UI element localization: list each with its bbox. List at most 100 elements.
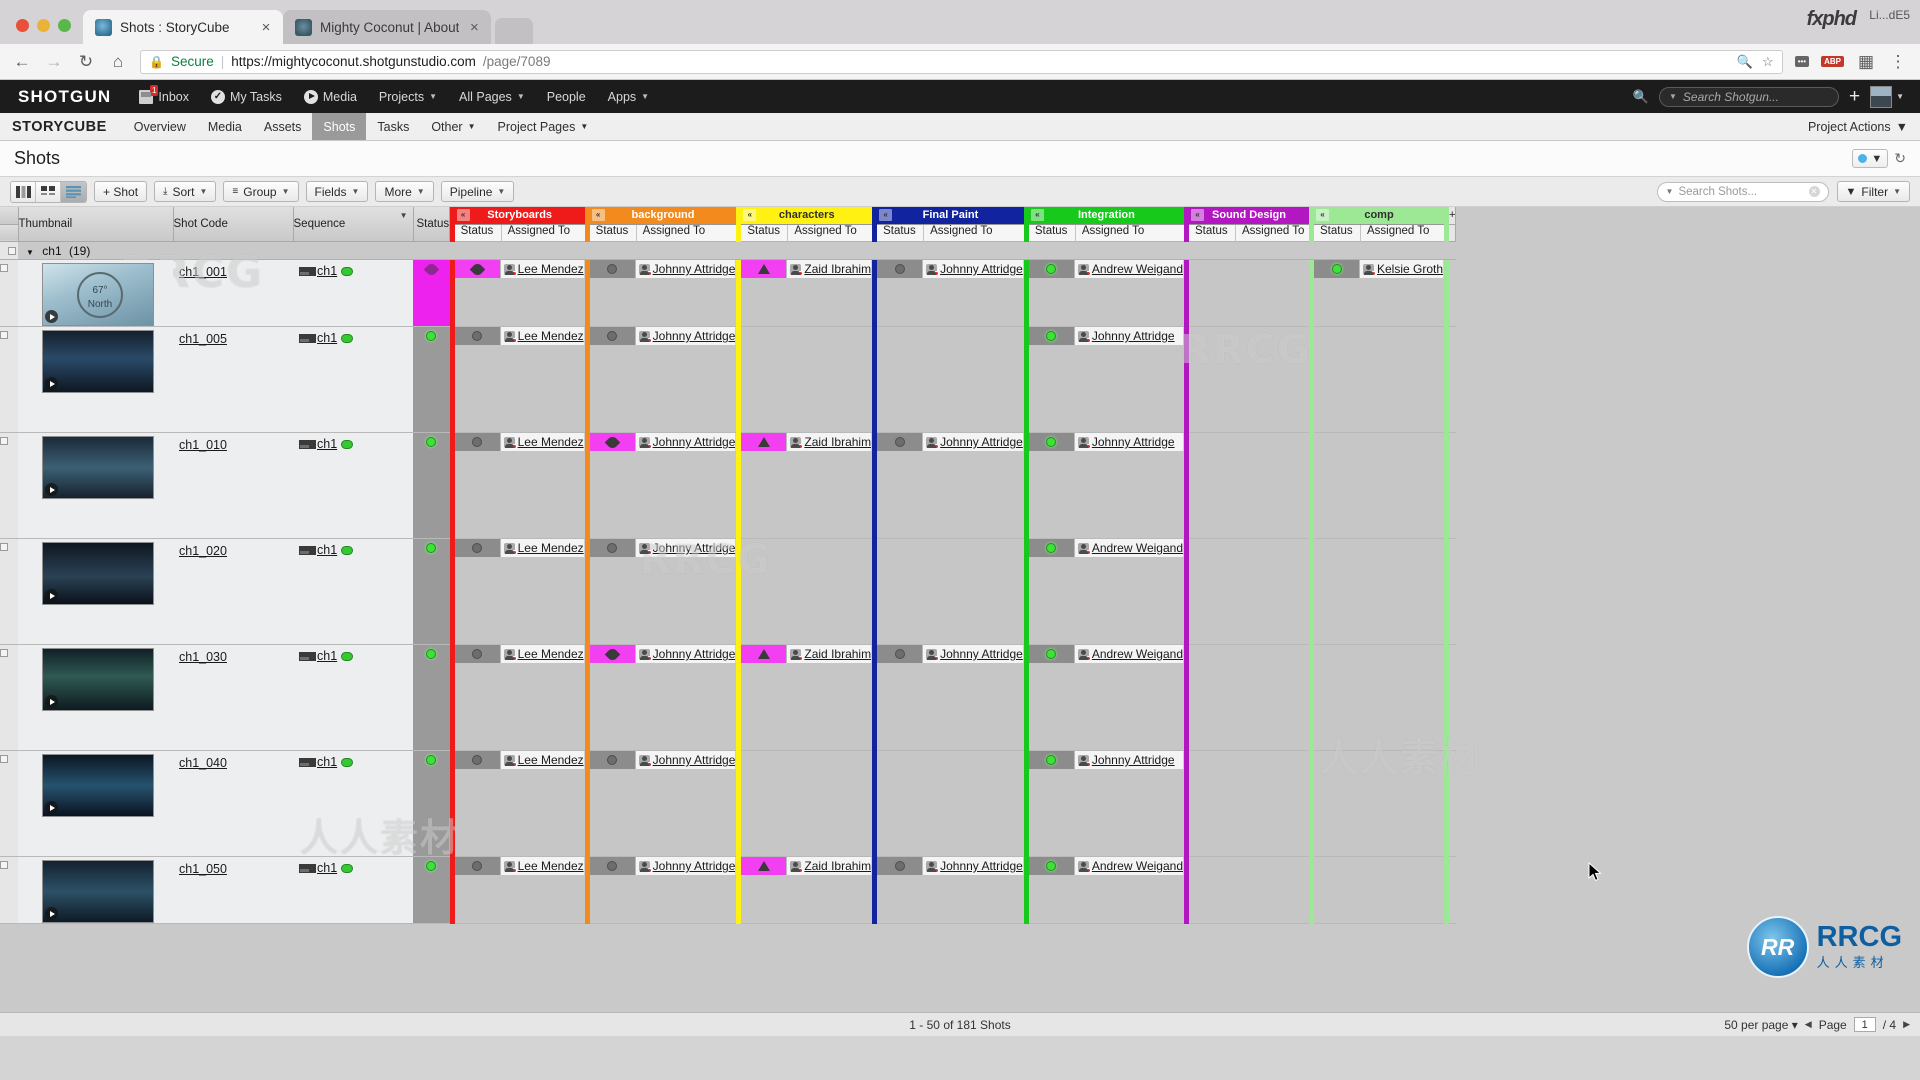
assignee-name[interactable]: Lee Mendez <box>518 647 584 661</box>
assignee-name[interactable]: Johnny Attridge <box>653 262 736 276</box>
pipeline-header-storyboards[interactable]: « Storyboards <box>454 207 585 225</box>
task-assignee[interactable]: Zaid Ibrahim <box>787 857 873 875</box>
collapse-icon[interactable]: « <box>743 209 757 221</box>
search-icon[interactable]: 🔍 <box>1633 89 1649 105</box>
select-all-cell[interactable] <box>0 207 19 225</box>
cell-sequence[interactable]: ch1 <box>293 644 413 751</box>
task-assignee[interactable]: Johnny Attridge <box>923 645 1024 663</box>
cell-task[interactable]: Johnny Attridge <box>589 750 737 857</box>
cell-task-empty[interactable] <box>1189 750 1309 857</box>
table-row[interactable]: ch1_010 ch1 Lee Mendez Johnny Attridge Zaid … <box>0 432 1456 539</box>
subcol-status[interactable]: Status <box>1028 224 1075 242</box>
cell-shot-code[interactable]: ch1_010 <box>173 432 293 539</box>
task-assignee[interactable]: Johnny Attridge <box>635 433 737 451</box>
task-pair[interactable]: Andrew Weigand <box>1028 857 1184 875</box>
cell-task[interactable]: Johnny Attridge <box>877 259 1024 327</box>
cell-sequence[interactable]: ch1 <box>293 856 413 924</box>
nav-item-media[interactable]: Media <box>294 80 367 113</box>
clear-search-icon[interactable]: ✕ <box>1808 186 1820 197</box>
group-header-cell[interactable]: ▼ ch1 (19) <box>18 241 1456 260</box>
collapse-icon[interactable]: « <box>456 209 470 221</box>
subcol-assigned-to[interactable]: Assigned To <box>923 224 1024 242</box>
shot-thumbnail[interactable] <box>42 754 154 817</box>
task-pair[interactable]: Zaid Ibrahim <box>741 857 873 875</box>
cell-task-empty[interactable] <box>741 326 873 433</box>
subcol-status[interactable]: Status <box>589 224 636 242</box>
sequence-link[interactable]: ch1 <box>317 649 337 663</box>
assignee-name[interactable]: Johnny Attridge <box>1092 435 1175 449</box>
project-tab-media[interactable]: Media <box>197 113 253 140</box>
task-status-chip[interactable] <box>454 260 501 278</box>
search-shots-input[interactable]: ▼ Search Shots... ✕ <box>1656 181 1829 202</box>
task-status-chip[interactable] <box>1028 645 1075 663</box>
cell-shot-code[interactable]: ch1_040 <box>173 750 293 857</box>
play-icon[interactable] <box>45 695 58 708</box>
page-view-toggle[interactable]: ▼ <box>1852 149 1889 168</box>
cell-task[interactable]: Lee Mendez <box>454 432 585 539</box>
task-assignee[interactable]: Lee Mendez <box>500 433 585 451</box>
task-assignee[interactable]: Johnny Attridge <box>635 539 737 557</box>
group-button[interactable]: ≡ Group ▼ <box>223 181 299 202</box>
nav-item-apps[interactable]: Apps ▼ <box>598 80 659 113</box>
assignee-name[interactable]: Zaid Ibrahim <box>804 262 871 276</box>
cell-task[interactable]: Andrew Weigand <box>1028 259 1184 327</box>
shotgun-logo[interactable]: SHOTGUN <box>10 87 127 107</box>
play-icon[interactable] <box>45 589 58 602</box>
assignee-name[interactable]: Lee Mendez <box>518 329 584 343</box>
column-header-status[interactable]: Status <box>413 207 451 242</box>
task-status-chip[interactable] <box>454 327 501 345</box>
more-button[interactable]: More ▼ <box>375 181 434 202</box>
project-tab-project-pages[interactable]: Project Pages ▼ <box>487 113 600 140</box>
task-status-chip[interactable] <box>1028 751 1075 769</box>
fields-button[interactable]: Fields ▼ <box>305 181 369 202</box>
row-checkbox-cell[interactable] <box>0 750 18 857</box>
cell-task[interactable]: Johnny Attridge <box>589 644 737 751</box>
bookmark-star-icon[interactable]: ☆ <box>1762 54 1774 70</box>
play-icon[interactable] <box>45 907 58 920</box>
column-header-thumbnail[interactable]: Thumbnail <box>18 207 174 242</box>
project-name[interactable]: STORYCUBE <box>8 113 123 140</box>
assignee-name[interactable]: Johnny Attridge <box>940 435 1023 449</box>
task-assignee[interactable]: Andrew Weigand <box>1074 645 1184 663</box>
cell-task-empty[interactable] <box>1314 856 1445 924</box>
browser-tab-1[interactable]: Mighty Coconut | About × <box>283 10 492 44</box>
checkbox[interactable] <box>0 437 8 445</box>
row-checkbox-cell[interactable] <box>0 856 18 924</box>
filter-button[interactable]: ▼ Filter ▼ <box>1836 181 1910 202</box>
task-pair[interactable]: Johnny Attridge <box>589 327 737 345</box>
cell-shot-status[interactable] <box>413 538 450 645</box>
shot-thumbnail[interactable] <box>42 542 154 605</box>
task-pair[interactable]: Johnny Attridge <box>877 857 1024 875</box>
checkbox[interactable] <box>0 264 8 272</box>
task-assignee[interactable]: Johnny Attridge <box>1074 751 1184 769</box>
cell-task[interactable]: Johnny Attridge <box>1028 750 1184 857</box>
play-icon[interactable] <box>45 483 58 496</box>
detail-view-button[interactable] <box>61 181 86 202</box>
subcol-status[interactable]: Status <box>1314 224 1360 242</box>
task-assignee[interactable]: Lee Mendez <box>500 645 585 663</box>
cell-task[interactable]: Andrew Weigand <box>1028 538 1184 645</box>
pipeline-header-background[interactable]: « background <box>589 207 737 225</box>
subcol-status[interactable]: Status <box>454 224 501 242</box>
task-assignee[interactable]: Lee Mendez <box>500 857 585 875</box>
task-pair[interactable]: Johnny Attridge <box>589 433 737 451</box>
cell-shot-status[interactable] <box>413 750 450 857</box>
task-pair[interactable]: Johnny Attridge <box>877 260 1024 278</box>
row-checkbox-cell[interactable] <box>0 538 18 645</box>
task-status-chip[interactable] <box>877 857 924 875</box>
refresh-icon[interactable]: ↻ <box>1894 150 1906 167</box>
pipeline-header-final-paint[interactable]: « Final Paint <box>877 207 1024 225</box>
task-status-chip[interactable] <box>589 539 636 557</box>
cell-task-empty[interactable] <box>1314 538 1445 645</box>
task-pair[interactable]: Johnny Attridge <box>1028 433 1184 451</box>
window-traffic-lights[interactable] <box>10 19 83 44</box>
cell-sequence[interactable]: ch1 <box>293 259 413 327</box>
sequence-link[interactable]: ch1 <box>317 755 337 769</box>
assignee-name[interactable]: Johnny Attridge <box>653 859 736 873</box>
shot-thumbnail[interactable] <box>42 436 154 499</box>
prev-page-button[interactable]: ◀ <box>1805 1019 1812 1030</box>
task-status-chip[interactable] <box>589 327 636 345</box>
project-tab-shots[interactable]: Shots <box>312 113 367 140</box>
assignee-name[interactable]: Andrew Weigand <box>1092 541 1183 555</box>
cell-shot-status[interactable] <box>413 326 450 433</box>
